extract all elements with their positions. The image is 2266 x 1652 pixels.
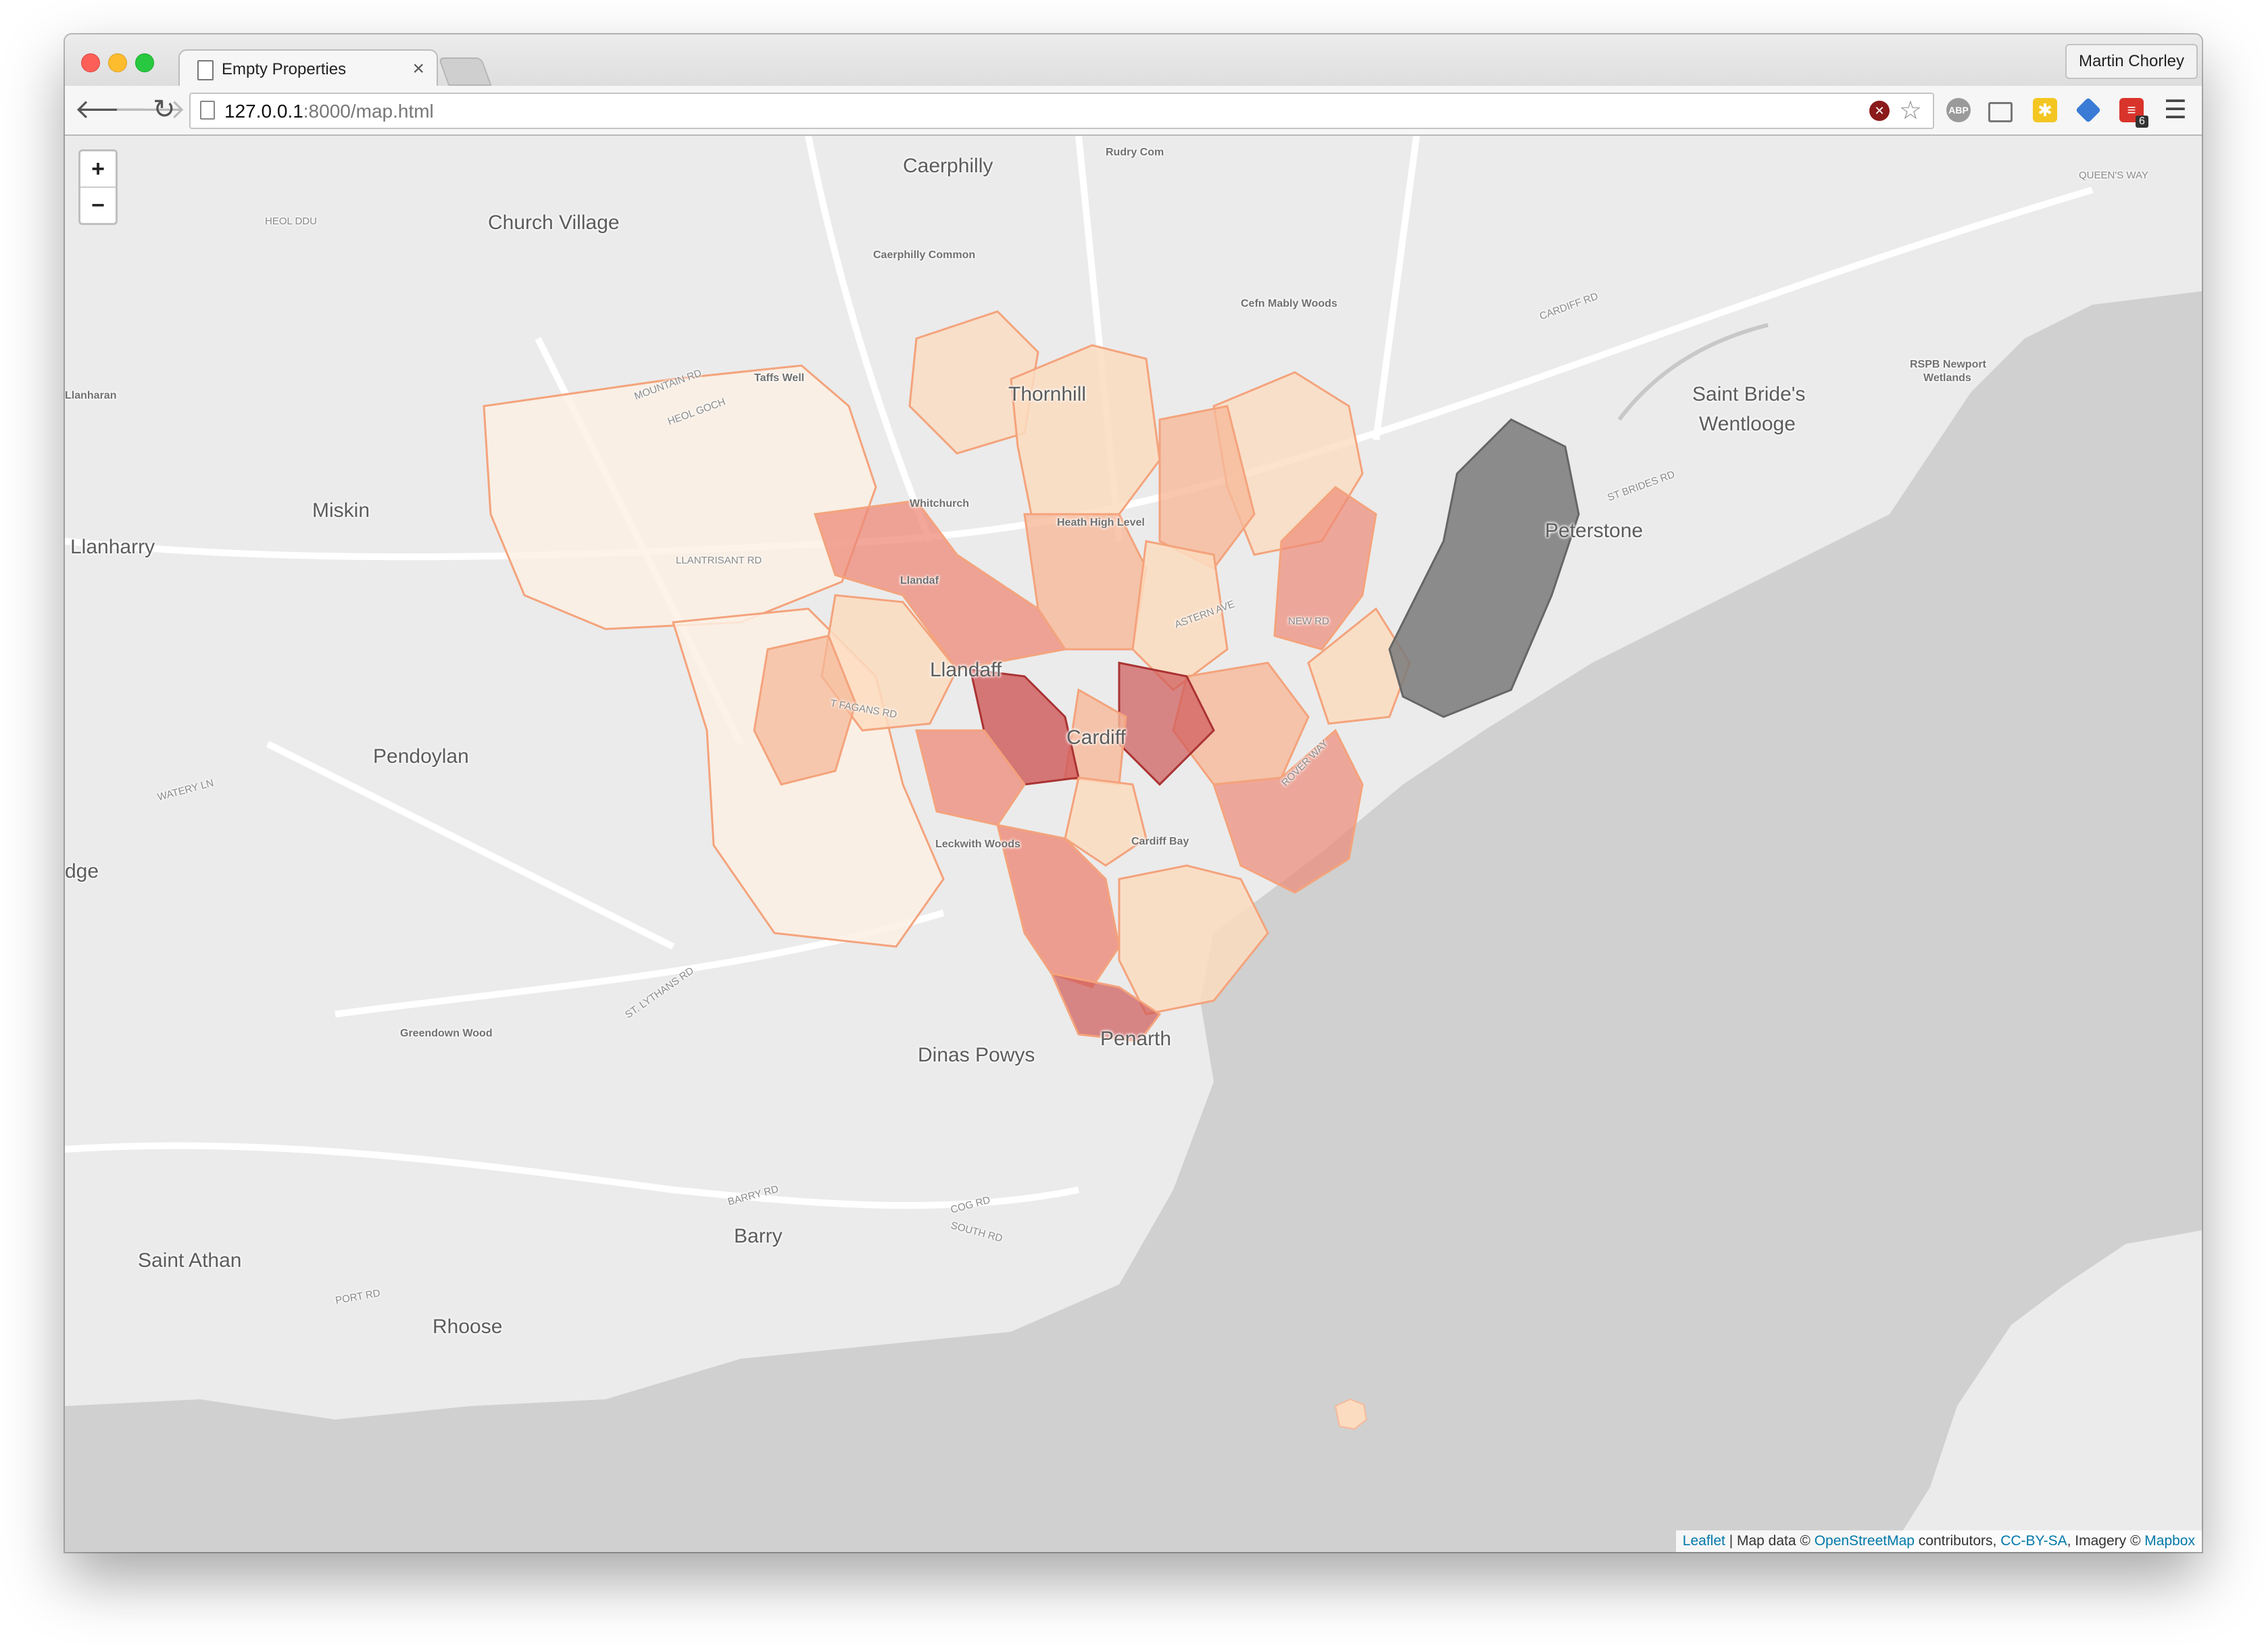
attribution-text-1: | Map data ©: [1725, 1533, 1815, 1549]
label-leckwith: Leckwith Woods: [935, 838, 1020, 850]
label-greendown: Greendown Wood: [400, 1028, 493, 1039]
map-container[interactable]: Caerphilly Rudry Com HEOL DDU Church Vil…: [65, 136, 2202, 1552]
address-bar[interactable]: 127.0.0.1:8000/map.html ✕ ☆: [189, 93, 1934, 129]
label-rudry: Rudry Com: [1106, 147, 1164, 158]
label-cefn-mably: Cefn Mably Woods: [1241, 298, 1337, 309]
label-llanharan: Llanharan: [65, 390, 117, 401]
label-taffs-well: Taffs Well: [754, 372, 805, 384]
browser-window: Empty Properties × Martin Chorley 🡐 🡒 ↻ …: [65, 34, 2202, 1552]
zoom-in-button[interactable]: +: [80, 151, 116, 186]
label-saint-athan: Saint Athan: [138, 1249, 242, 1272]
label-new-rd: NEW RD: [1288, 616, 1329, 627]
region-west: [483, 364, 877, 630]
license-link[interactable]: CC-BY-SA: [2000, 1533, 2067, 1549]
maximize-window-button[interactable]: [135, 53, 154, 72]
zoom-control: + −: [78, 149, 118, 225]
label-thornhill: Thornhill: [1008, 383, 1087, 405]
label-wentlooge: Wentlooge: [1699, 413, 1796, 435]
label-cardiff: Cardiff: [1066, 726, 1126, 749]
url-path: :8000/map.html: [303, 101, 434, 122]
adblock-icon[interactable]: ABP: [1946, 98, 1971, 122]
attribution-text-2: contributors,: [1914, 1533, 2001, 1549]
page-icon: [200, 101, 215, 120]
url-text: 127.0.0.1:8000/map.html: [224, 101, 434, 122]
openstreetmap-link[interactable]: OpenStreetMap: [1815, 1533, 1915, 1549]
label-caerphilly-common: Caerphilly Common: [873, 249, 976, 261]
label-caerphilly: Caerphilly: [903, 155, 993, 177]
label-rspb: RSPB Newport: [1910, 359, 1986, 370]
close-icon[interactable]: ×: [412, 57, 424, 80]
attribution-text-3: , Imagery ©: [2067, 1533, 2145, 1549]
label-llantrisant: LLANTRISANT RD: [676, 555, 762, 566]
map-attribution: Leaflet | Map data © OpenStreetMap contr…: [1675, 1530, 2202, 1552]
zoom-out-button[interactable]: −: [80, 186, 116, 223]
minimize-window-button[interactable]: [108, 53, 127, 72]
leaflet-link[interactable]: Leaflet: [1683, 1533, 1725, 1549]
extension-icon[interactable]: ✱: [2033, 98, 2057, 122]
profile-button[interactable]: Martin Chorley: [2065, 44, 2198, 79]
mapbox-link[interactable]: Mapbox: [2144, 1533, 2195, 1549]
menu-icon[interactable]: ☰: [2164, 97, 2187, 124]
label-miskin: Miskin: [312, 499, 370, 522]
label-llandaff: Llandaff: [930, 659, 1002, 681]
tab-empty-properties[interactable]: Empty Properties ×: [178, 49, 438, 89]
url-host: 127.0.0.1: [224, 101, 303, 122]
label-dinas-powys: Dinas Powys: [918, 1044, 1035, 1066]
page-icon: [197, 60, 214, 80]
label-heath: Heath High Level: [1057, 517, 1145, 528]
label-church-village: Church Village: [488, 211, 620, 234]
label-heol-ddu: HEOL DDU: [265, 216, 317, 227]
reload-icon[interactable]: ↻: [153, 94, 176, 125]
label-penarth: Penarth: [1100, 1028, 1172, 1050]
label-saint-brides: Saint Bride's: [1692, 383, 1806, 405]
label-llandaf-small: Llandaf: [900, 575, 939, 586]
label-queens-way: QUEEN'S WAY: [2079, 170, 2148, 181]
label-barry: Barry: [734, 1225, 783, 1247]
label-peterstone: Peterstone: [1545, 520, 1644, 542]
browser-toolbar: 🡐 🡒 ↻ 127.0.0.1:8000/map.html ✕ ☆ ABP ✱ …: [65, 86, 2202, 136]
label-wetlands: Wetlands: [1923, 372, 1971, 384]
region-thornhill: [1010, 344, 1161, 516]
new-tab-button[interactable]: [438, 57, 492, 86]
star-icon[interactable]: ☆: [1899, 95, 1922, 126]
region-st-mellons: [1388, 418, 1580, 718]
diamond-icon[interactable]: [2075, 97, 2102, 124]
tab-title: Empty Properties: [222, 60, 347, 78]
cast-icon[interactable]: [1988, 102, 2013, 122]
label-edge: dge: [65, 860, 99, 882]
stop-icon[interactable]: ✕: [1869, 101, 1890, 121]
label-rhoose: Rhoose: [433, 1316, 503, 1338]
close-window-button[interactable]: [81, 53, 100, 72]
label-cardiff-bay: Cardiff Bay: [1131, 836, 1189, 847]
title-bar: Empty Properties × Martin Chorley: [65, 34, 2202, 89]
label-llanharry: Llanharry: [70, 536, 155, 558]
todo-badge: 6: [2136, 116, 2148, 128]
label-whitchurch: Whitchurch: [910, 498, 969, 509]
label-pendoylan: Pendoylan: [373, 745, 469, 768]
